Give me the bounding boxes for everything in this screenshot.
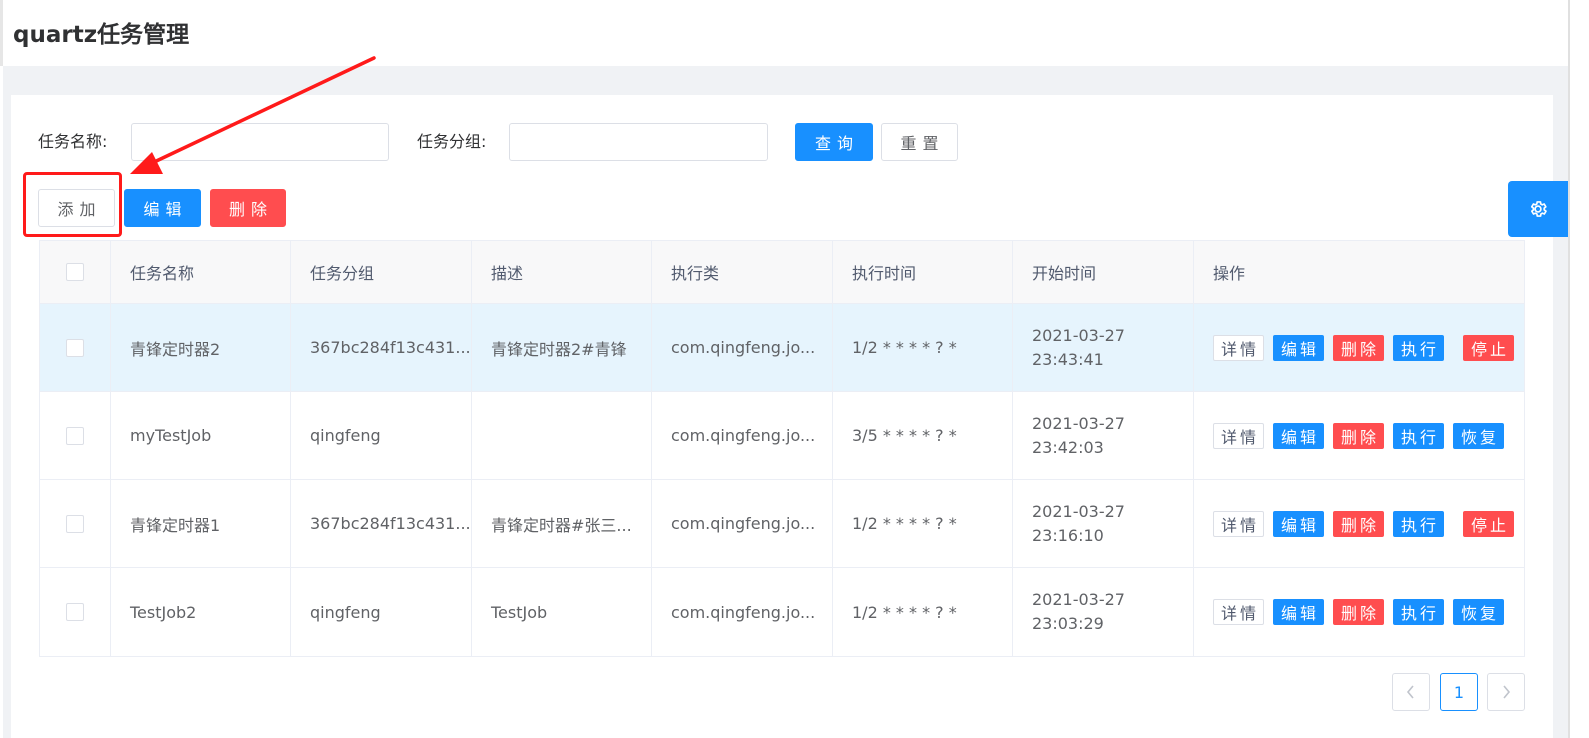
header-bar: quartz任务管理 [0,0,1568,66]
start-clock: 23:42:03 [1032,437,1104,457]
run-button[interactable]: 执行 [1393,334,1444,361]
job-class-cell: com.qingfeng.jo... [652,568,833,656]
select-all-cell [40,241,111,303]
column-header: 执行类 [652,241,833,303]
detail-button[interactable]: 详情 [1213,422,1264,449]
delete-row-button[interactable]: 删除 [1333,599,1384,625]
edit-row-button[interactable]: 编辑 [1273,334,1324,361]
delete-row-button[interactable]: 删除 [1333,334,1384,361]
column-header: 执行时间 [833,241,1013,303]
actions-cell: 详情 编辑 删除 执行 停止 [1194,480,1524,567]
job-desc-cell: TestJob [472,568,652,656]
detail-button[interactable]: 详情 [1213,334,1264,361]
job-group-cell: qingfeng [291,568,472,656]
annotation-highlight-box [23,172,122,237]
detail-button[interactable]: 详情 [1213,599,1264,625]
task-name-label: 任务名称: [38,132,108,151]
task-group-label: 任务分组: [417,132,487,151]
job-group-cell: 367bc284f13c431... [291,480,472,567]
delete-button[interactable]: 删除 [210,189,286,227]
start-time-cell: 2021-03-27 23:16:10 [1013,480,1194,567]
start-clock: 23:03:29 [1032,614,1104,633]
job-class-cell: com.qingfeng.jo... [652,480,833,567]
start-date: 2021-03-27 [1032,590,1125,609]
scrollbar-track [1568,0,1570,738]
start-date: 2021-03-27 [1032,325,1125,345]
start-date: 2021-03-27 [1032,413,1125,433]
task-group-input[interactable] [509,123,768,161]
column-header: 描述 [472,241,652,303]
resume-button[interactable]: 恢复 [1453,599,1504,625]
prev-page-button[interactable] [1392,673,1430,711]
actions-cell: 详情 编辑 删除 执行 停止 [1194,304,1524,391]
column-header: 操作 [1213,264,1246,283]
chevron-left-icon [1406,685,1414,699]
job-desc-cell: 青锋定时器#张三... [472,480,652,567]
job-group-cell: 367bc284f13c431... [291,304,472,391]
task-name-input[interactable] [131,123,389,161]
job-name-cell: 青锋定时器1 [111,480,291,567]
job-group-cell: qingfeng [291,392,472,479]
run-button[interactable]: 执行 [1393,599,1444,625]
job-name-cell: myTestJob [111,392,291,479]
actions-cell: 详情 编辑 删除 执行 恢复 [1194,392,1524,479]
start-date: 2021-03-27 [1032,501,1125,521]
job-desc-cell: 青锋定时器2#青锋 [472,304,652,391]
stop-button[interactable]: 停止 [1463,334,1514,361]
resume-button[interactable]: 恢复 [1453,422,1504,449]
query-button[interactable]: 查询 [795,123,873,161]
table-row[interactable]: TestJob2 qingfeng TestJob com.qingfeng.j… [40,568,1524,656]
select-all-checkbox[interactable] [66,263,84,281]
settings-tab[interactable] [1508,181,1568,237]
row-checkbox[interactable] [66,514,84,533]
edit-row-button[interactable]: 编辑 [1273,422,1324,449]
job-table: 任务名称 任务分组 描述 执行类 执行时间 开始时间 操作 青锋定时器2 367… [39,240,1525,657]
job-class-cell: com.qingfeng.jo... [652,304,833,391]
column-header: 开始时间 [1013,241,1194,303]
page-title: quartz任务管理 [13,22,190,48]
column-header: 任务名称 [111,241,291,303]
page-number-button[interactable]: 1 [1440,673,1478,711]
stop-button[interactable]: 停止 [1463,510,1514,537]
table-row[interactable]: 青锋定时器2 367bc284f13c431... 青锋定时器2#青锋 com.… [40,304,1524,392]
row-select-cell [40,568,111,656]
start-time-cell: 2021-03-27 23:03:29 [1013,568,1194,656]
run-button[interactable]: 执行 [1393,422,1444,449]
row-checkbox[interactable] [66,603,84,621]
job-class-cell: com.qingfeng.jo... [652,392,833,479]
row-checkbox[interactable] [66,338,84,357]
cron-cell: 1/2 * * * * ? * [833,480,1013,567]
start-time-cell: 2021-03-27 23:43:41 [1013,304,1194,391]
start-clock: 23:43:41 [1032,349,1104,369]
edit-row-button[interactable]: 编辑 [1273,510,1324,537]
run-button[interactable]: 执行 [1393,510,1444,537]
gear-icon [1530,201,1547,217]
job-name-cell: 青锋定时器2 [111,304,291,391]
job-name-cell: TestJob2 [111,568,291,656]
delete-row-button[interactable]: 删除 [1333,422,1384,449]
job-desc-cell [472,392,652,479]
column-header: 任务分组 [291,241,472,303]
start-clock: 23:16:10 [1032,525,1104,545]
table-header: 任务名称 任务分组 描述 执行类 执行时间 开始时间 操作 [40,241,1524,304]
row-select-cell [40,480,111,567]
edit-row-button[interactable]: 编辑 [1273,599,1324,625]
table-row[interactable]: myTestJob qingfeng com.qingfeng.jo... 3/… [40,392,1524,480]
cron-cell: 3/5 * * * * ? * [833,392,1013,479]
chevron-right-icon [1503,685,1511,699]
cron-cell: 1/2 * * * * ? * [833,304,1013,391]
row-select-cell [40,392,111,479]
delete-row-button[interactable]: 删除 [1333,510,1384,537]
start-time-cell: 2021-03-27 23:42:03 [1013,392,1194,479]
table-row[interactable]: 青锋定时器1 367bc284f13c431... 青锋定时器#张三... co… [40,480,1524,568]
row-select-cell [40,304,111,391]
row-checkbox[interactable] [66,426,84,445]
cron-cell: 1/2 * * * * ? * [833,568,1013,656]
detail-button[interactable]: 详情 [1213,510,1264,537]
actions-cell: 详情 编辑 删除 执行 恢复 [1194,568,1524,656]
next-page-button[interactable] [1487,673,1525,711]
reset-button[interactable]: 重置 [881,123,958,161]
edit-button[interactable]: 编辑 [124,189,201,227]
